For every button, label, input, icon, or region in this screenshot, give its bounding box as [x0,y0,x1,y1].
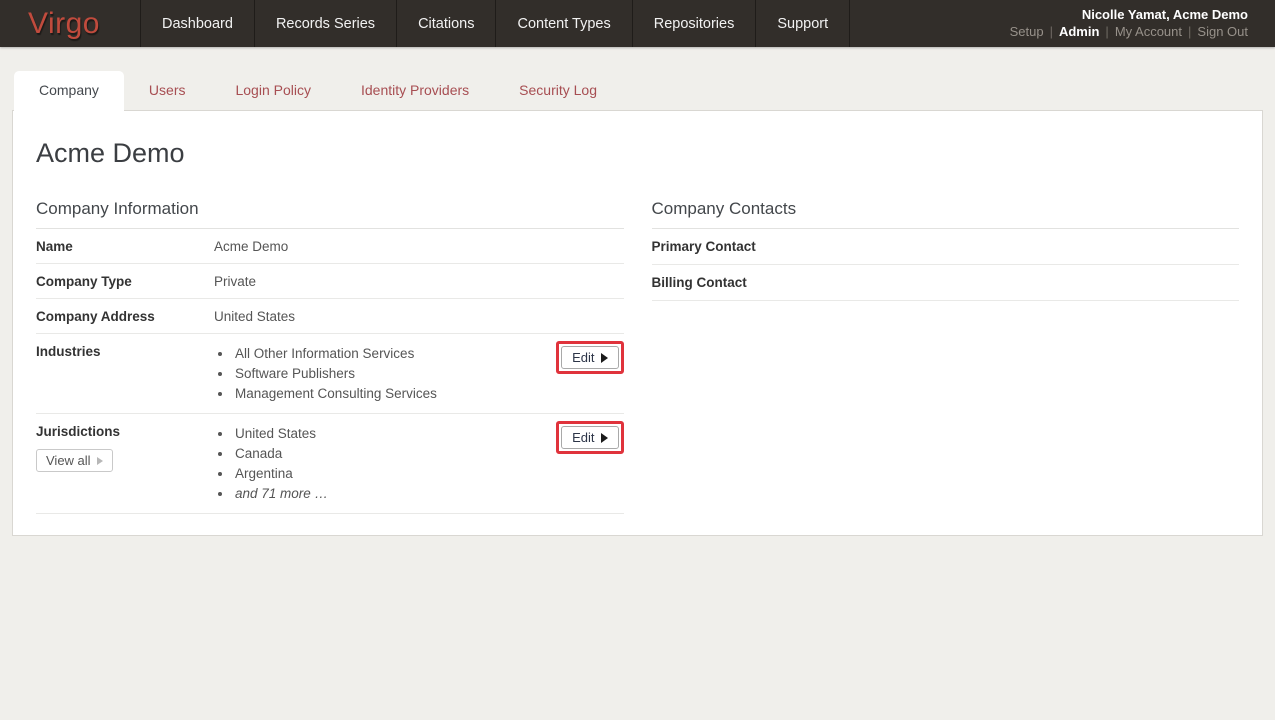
jurisdictions-list-wrap: United States Canada Argentina and 71 mo… [214,423,328,504]
list-item: All Other Information Services [233,344,437,364]
link-sign-out[interactable]: Sign Out [1197,24,1248,39]
row-label: Billing Contact [652,274,830,290]
virgo-logo[interactable]: Virgo [0,0,140,47]
separator: | [1188,24,1191,39]
row-primary-contact: Primary Contact [652,229,1240,265]
industries-list-wrap: All Other Information Services Software … [214,343,437,404]
nav-item-citations[interactable]: Citations [397,0,496,47]
user-name: Nicolle Yamat, Acme Demo [1010,6,1248,23]
edit-industries-button[interactable]: Edit [561,346,618,369]
play-arrow-icon [601,353,608,363]
company-information-heading: Company Information [36,199,624,229]
view-all-button[interactable]: View all [36,449,113,472]
jurisdictions-list: United States Canada Argentina and 71 mo… [218,424,328,504]
view-all-button-label: View all [46,453,91,468]
main-menu: Dashboard Records Series Citations Conte… [140,0,850,47]
list-item: Argentina [233,464,328,484]
row-label: Company Address [36,308,214,324]
list-item: Canada [233,444,328,464]
edit-button-label: Edit [572,430,594,445]
row-jurisdictions: Jurisdictions View all United States Can… [36,414,624,514]
edit-industries-highlight: Edit [556,341,623,374]
edit-button-label: Edit [572,350,594,365]
row-value: Acme Demo [214,238,288,254]
link-setup[interactable]: Setup [1010,24,1044,39]
nav-item-dashboard[interactable]: Dashboard [140,0,255,47]
tab-bar: Company Users Login Policy Identity Prov… [14,71,1275,110]
row-label: Jurisdictions View all [36,423,214,472]
jurisdictions-label: Jurisdictions [36,424,120,439]
company-contacts-section: Company Contacts Primary Contact Billing… [652,169,1240,514]
row-label: Name [36,238,214,254]
nav-item-repositories[interactable]: Repositories [633,0,757,47]
separator: | [1105,24,1108,39]
row-company-type: Company Type Private [36,264,624,299]
company-information-section: Company Information Name Acme Demo Compa… [36,169,624,514]
row-label: Industries [36,343,214,359]
row-label: Primary Contact [652,238,830,254]
row-industries: Industries All Other Information Service… [36,334,624,414]
tab-identity-providers[interactable]: Identity Providers [336,71,494,110]
row-company-address: Company Address United States [36,299,624,334]
edit-jurisdictions-button[interactable]: Edit [561,426,618,449]
page-title: Acme Demo [36,138,1239,169]
tab-company[interactable]: Company [14,71,124,111]
list-item-more: and 71 more … [233,484,328,504]
row-value: Private [214,273,256,289]
list-item: Software Publishers [233,364,437,384]
nav-item-support[interactable]: Support [756,0,850,47]
company-contacts-heading: Company Contacts [652,199,1240,229]
play-arrow-icon [601,433,608,443]
content-panel: Acme Demo Company Information Name Acme … [12,110,1263,536]
list-item: United States [233,424,328,444]
play-arrow-icon [97,457,103,465]
row-billing-contact: Billing Contact [652,265,1240,301]
nav-item-records-series[interactable]: Records Series [255,0,397,47]
tab-security-log[interactable]: Security Log [494,71,622,110]
row-label: Company Type [36,273,214,289]
top-nav-bar: Virgo Dashboard Records Series Citations… [0,0,1275,47]
link-my-account[interactable]: My Account [1115,24,1182,39]
industries-list: All Other Information Services Software … [218,344,437,404]
nav-item-content-types[interactable]: Content Types [496,0,632,47]
tab-users[interactable]: Users [124,71,211,110]
row-value: United States [214,308,295,324]
account-links: Setup | Admin | My Account | Sign Out [1010,23,1248,40]
row-name: Name Acme Demo [36,229,624,264]
list-item: Management Consulting Services [233,384,437,404]
separator: | [1050,24,1053,39]
user-area: Nicolle Yamat, Acme Demo Setup | Admin | My … [1010,0,1275,47]
link-admin[interactable]: Admin [1059,24,1099,39]
tab-login-policy[interactable]: Login Policy [210,71,336,110]
edit-jurisdictions-highlight: Edit [556,421,623,454]
